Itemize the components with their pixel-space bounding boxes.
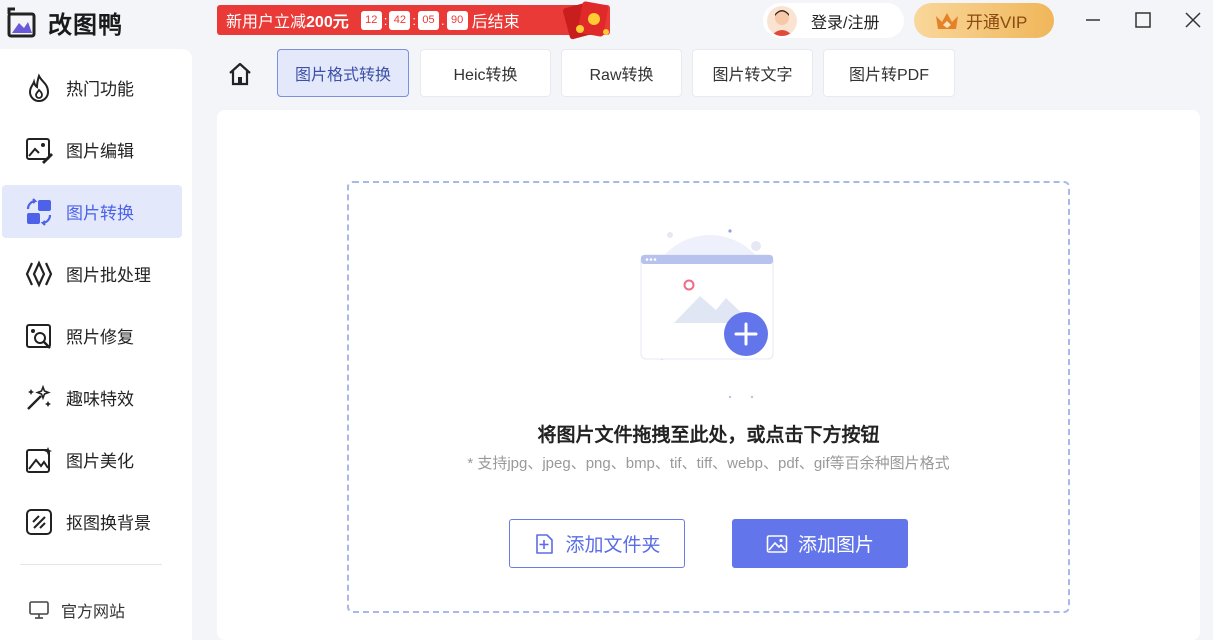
sidebar-item-label: 热门功能 xyxy=(66,80,134,99)
promo-suffix: 后结束 xyxy=(471,14,520,31)
sidebar-item-label: 照片修复 xyxy=(66,328,134,347)
close-icon[interactable] xyxy=(1183,10,1203,30)
app-logo: 改图鸭 xyxy=(6,5,123,40)
login-label: 登录/注册 xyxy=(811,14,880,32)
upload-illustration-icon xyxy=(640,229,774,399)
countdown-seconds: 05 xyxy=(417,10,439,30)
sidebar-footer-label: 官方网站 xyxy=(61,603,126,621)
sidebar-item-effects[interactable]: 趣味特效 xyxy=(2,371,182,424)
logo-icon xyxy=(7,7,36,37)
avatar xyxy=(767,5,797,36)
red-envelope-icon xyxy=(562,1,609,40)
countdown-minutes: 42 xyxy=(389,10,411,30)
promo-amount: 200元 xyxy=(306,14,349,31)
sidebar-item-hot[interactable]: 热门功能 xyxy=(2,61,182,114)
image-edit-icon xyxy=(26,137,53,164)
vip-button[interactable]: 开通VIP xyxy=(914,3,1054,38)
drop-zone-title: 将图片文件拖拽至此处，或点击下方按钮 xyxy=(537,425,880,446)
login-button[interactable]: 登录/注册 xyxy=(763,3,904,38)
batch-icon xyxy=(25,259,53,288)
sidebar-item-label: 图片转换 xyxy=(66,204,134,223)
countdown-hours: 12 xyxy=(360,10,382,30)
promo-text: 新用户立减 xyxy=(226,14,307,31)
photo-repair-icon xyxy=(26,323,51,349)
title-bar: 改图鸭 新用户立减 200元 12 : 42 : 05 . 90 后结束 登录/… xyxy=(0,0,1213,44)
add-folder-button[interactable]: 添加文件夹 xyxy=(509,519,685,568)
sidebar-item-label: 图片美化 xyxy=(66,452,134,471)
add-image-label: 添加图片 xyxy=(797,535,874,556)
sidebar-item-label: 图片批处理 xyxy=(66,266,151,285)
sidebar-item-label: 趣味特效 xyxy=(66,390,134,409)
add-image-icon xyxy=(766,534,788,553)
convert-icon xyxy=(26,197,52,226)
magic-wand-icon xyxy=(27,384,51,410)
maximize-icon[interactable] xyxy=(1133,10,1153,30)
tab-format-convert[interactable]: 图片格式转换 xyxy=(277,49,409,97)
sidebar-item-convert[interactable]: 图片转换 xyxy=(2,185,182,238)
tab-raw-convert[interactable]: Raw转换 xyxy=(561,49,682,97)
tab-image-to-text[interactable]: 图片转文字 xyxy=(692,49,813,97)
add-image-button[interactable]: 添加图片 xyxy=(732,519,908,568)
beautify-icon xyxy=(26,446,52,473)
vip-label: 开通VIP xyxy=(966,13,1028,32)
promo-banner[interactable]: 新用户立减 200元 12 : 42 : 05 . 90 后结束 xyxy=(217,1,610,40)
promo-countdown: 12 : 42 : 05 . 90 xyxy=(360,10,468,30)
sidebar-item-beautify[interactable]: 图片美化 xyxy=(2,433,182,486)
sidebar-item-image-edit[interactable]: 图片编辑 xyxy=(2,123,182,176)
sidebar-divider xyxy=(20,564,162,565)
add-folder-icon xyxy=(536,533,554,554)
tab-image-to-pdf[interactable]: 图片转PDF xyxy=(823,49,955,97)
sidebar-item-photo-repair[interactable]: 照片修复 xyxy=(2,309,182,362)
countdown-ms: 90 xyxy=(446,10,468,30)
home-icon[interactable] xyxy=(226,60,254,88)
sidebar-item-label: 图片编辑 xyxy=(66,142,134,161)
tab-heic-convert[interactable]: Heic转换 xyxy=(420,49,551,97)
sidebar-item-label: 抠图换背景 xyxy=(66,514,151,533)
sidebar-item-cutout[interactable]: 抠图换背景 xyxy=(2,495,182,548)
app-title: 改图鸭 xyxy=(48,12,123,39)
minimize-icon[interactable] xyxy=(1083,10,1103,30)
cutout-icon xyxy=(26,508,52,535)
sidebar-item-batch[interactable]: 图片批处理 xyxy=(2,247,182,300)
monitor-icon xyxy=(29,600,49,619)
fire-icon xyxy=(28,72,50,102)
add-folder-label: 添加文件夹 xyxy=(565,535,661,556)
sidebar: 热门功能 图片编辑 图片转换 图片批处理 照片修复 趣味特效 图片美化 抠图换背… xyxy=(0,49,192,640)
supported-formats-text: * 支持jpg、jpeg、png、bmp、tif、tiff、webp、pdf、g… xyxy=(467,455,950,472)
sidebar-item-website[interactable]: 官方网站 xyxy=(2,583,182,636)
crown-icon xyxy=(936,12,958,29)
